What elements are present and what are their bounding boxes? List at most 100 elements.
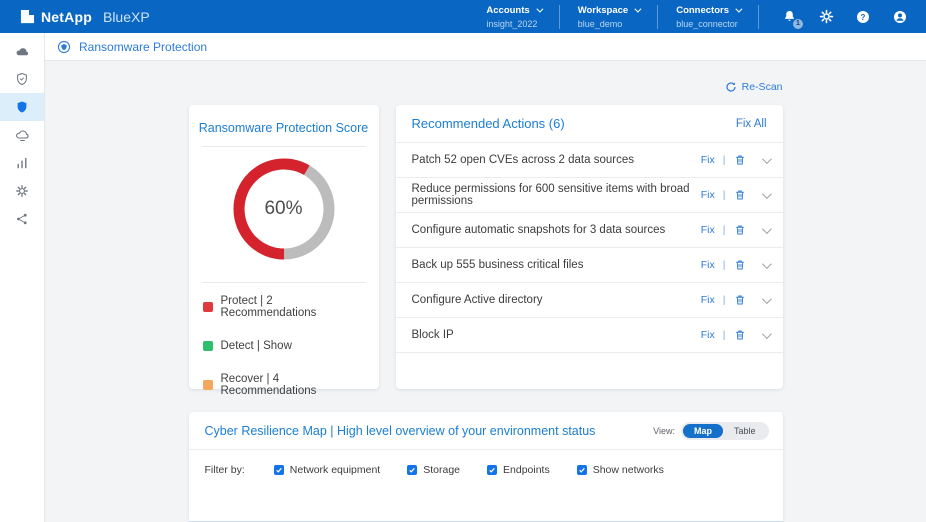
- expand-chevron-icon[interactable]: [761, 294, 771, 304]
- page-title: Ransomware Protection: [79, 40, 207, 54]
- page-content: Re-Scan Ransomware Protection Score: [45, 61, 926, 522]
- control-separator: |: [723, 154, 726, 166]
- page-subheader: Ransomware Protection: [45, 33, 926, 61]
- sidebar-item-governance[interactable]: [0, 177, 44, 205]
- endpoints-checkbox[interactable]: [487, 465, 497, 475]
- recommended-actions-card: Recommended Actions (6) Fix All Patch 52…: [396, 105, 783, 389]
- action-text: Patch 52 open CVEs across 2 data sources: [412, 154, 634, 166]
- filter-storage: Storage: [407, 464, 460, 476]
- action-row: Reduce permissions for 600 sensitive ite…: [396, 178, 783, 213]
- filter-by-label: Filter by:: [205, 464, 245, 476]
- expand-chevron-icon[interactable]: [761, 329, 771, 339]
- workspace-menu-value: blue_demo: [578, 19, 640, 29]
- header-divider: [758, 5, 759, 29]
- action-row: Back up 555 business critical files Fix …: [396, 248, 783, 283]
- trash-icon[interactable]: [734, 189, 746, 201]
- trash-icon[interactable]: [734, 329, 746, 341]
- legend-item-detect[interactable]: Detect | Show: [203, 340, 365, 352]
- action-text: Back up 555 business critical files: [412, 259, 584, 271]
- fix-all-button[interactable]: Fix All: [736, 118, 767, 130]
- storage-checkbox[interactable]: [407, 465, 417, 475]
- connectors-menu-label: Connectors: [676, 5, 729, 16]
- view-toggle-table[interactable]: Table: [723, 424, 767, 438]
- sidebar-item-observability[interactable]: [0, 149, 44, 177]
- workspace-menu-label: Workspace: [578, 5, 629, 16]
- action-text: Configure Active directory: [412, 294, 543, 306]
- cloud-restore-icon: [15, 128, 30, 143]
- sidebar-item-canvas[interactable]: [0, 37, 44, 65]
- view-toggle-map[interactable]: Map: [683, 424, 723, 438]
- score-card-title: Ransomware Protection Score: [189, 105, 379, 135]
- check-icon: [578, 466, 586, 474]
- netapp-logo-icon: [20, 9, 35, 24]
- help-button[interactable]: ?: [853, 7, 873, 27]
- bar-chart-icon: [15, 156, 29, 170]
- network-equipment-checkbox[interactable]: [274, 465, 284, 475]
- settings-button[interactable]: [816, 7, 836, 27]
- show-networks-checkbox[interactable]: [577, 465, 587, 475]
- trash-icon[interactable]: [734, 294, 746, 306]
- refresh-icon: [725, 81, 737, 93]
- user-icon: [892, 9, 908, 25]
- rescan-button[interactable]: Re-Scan: [725, 81, 783, 93]
- chevron-down-icon: [536, 5, 543, 12]
- main-area: Ransomware Protection Re-Scan: [45, 33, 926, 522]
- workspace-menu[interactable]: Workspace blue_demo: [560, 5, 658, 29]
- svg-text:?: ?: [861, 12, 866, 21]
- netapp-logo: NetApp BlueXP: [20, 9, 150, 25]
- legend-recover-label: Recover | 4 Recommendations: [221, 373, 365, 397]
- notifications-button[interactable]: 1: [779, 7, 799, 27]
- chevron-down-icon: [735, 5, 742, 12]
- trash-icon[interactable]: [734, 224, 746, 236]
- sidebar-item-backup-restore[interactable]: [0, 121, 44, 149]
- action-text: Configure automatic snapshots for 3 data…: [412, 224, 666, 236]
- help-icon: ?: [855, 9, 871, 25]
- connectors-menu[interactable]: Connectors blue_connector: [658, 5, 758, 29]
- sidebar-item-mobility[interactable]: [0, 205, 44, 233]
- trash-icon[interactable]: [734, 259, 746, 271]
- app-header: NetApp BlueXP Accounts insight_2022 Work…: [0, 0, 926, 33]
- filter-show-networks: Show networks: [577, 464, 664, 476]
- score-value: 60%: [232, 157, 336, 261]
- protect-color-swatch: [203, 302, 213, 312]
- share-icon: [15, 212, 29, 226]
- action-text: Reduce permissions for 600 sensitive ite…: [412, 183, 701, 207]
- shield-check-icon: [15, 72, 29, 86]
- protection-score-card: Ransomware Protection Score 60%: [189, 105, 379, 389]
- expand-chevron-icon[interactable]: [761, 259, 771, 269]
- user-menu-button[interactable]: [890, 7, 910, 27]
- fix-button[interactable]: Fix: [701, 329, 715, 341]
- fix-button[interactable]: Fix: [701, 224, 715, 236]
- legend-item-protect: Protect | 2 Recommendations: [203, 295, 365, 319]
- fix-button[interactable]: Fix: [701, 259, 715, 271]
- check-icon: [488, 466, 496, 474]
- fix-button[interactable]: Fix: [701, 154, 715, 166]
- accounts-menu[interactable]: Accounts insight_2022: [468, 5, 558, 29]
- action-row: Configure Active directory Fix |: [396, 283, 783, 318]
- ransomware-protection-icon: [57, 40, 71, 54]
- connectors-menu-value: blue_connector: [676, 19, 740, 29]
- accounts-menu-value: insight_2022: [486, 19, 540, 29]
- expand-chevron-icon[interactable]: [761, 189, 771, 199]
- sidebar-item-ransomware-protection[interactable]: [0, 93, 44, 121]
- left-nav-sidebar: [0, 33, 45, 522]
- action-text: Block IP: [412, 329, 454, 341]
- expand-chevron-icon[interactable]: [761, 154, 771, 164]
- fix-button[interactable]: Fix: [701, 294, 715, 306]
- header-menus: Accounts insight_2022 Workspace blue_dem…: [468, 5, 759, 29]
- detect-color-swatch: [203, 341, 213, 351]
- divider: [202, 146, 366, 147]
- check-icon: [408, 466, 416, 474]
- filter-endpoints: Endpoints: [487, 464, 550, 476]
- trash-icon[interactable]: [734, 154, 746, 166]
- view-toggle: Map Table: [681, 422, 769, 440]
- recover-color-swatch: [203, 380, 213, 390]
- fix-button[interactable]: Fix: [701, 189, 715, 201]
- filter-label-text: Network equipment: [290, 464, 380, 476]
- notification-badge: 1: [793, 19, 803, 29]
- legend-item-recover: Recover | 4 Recommendations: [203, 373, 365, 397]
- sidebar-item-health[interactable]: [0, 65, 44, 93]
- accounts-menu-label: Accounts: [486, 5, 529, 16]
- legend-protect-label: Protect | 2 Recommendations: [221, 295, 365, 319]
- expand-chevron-icon[interactable]: [761, 224, 771, 234]
